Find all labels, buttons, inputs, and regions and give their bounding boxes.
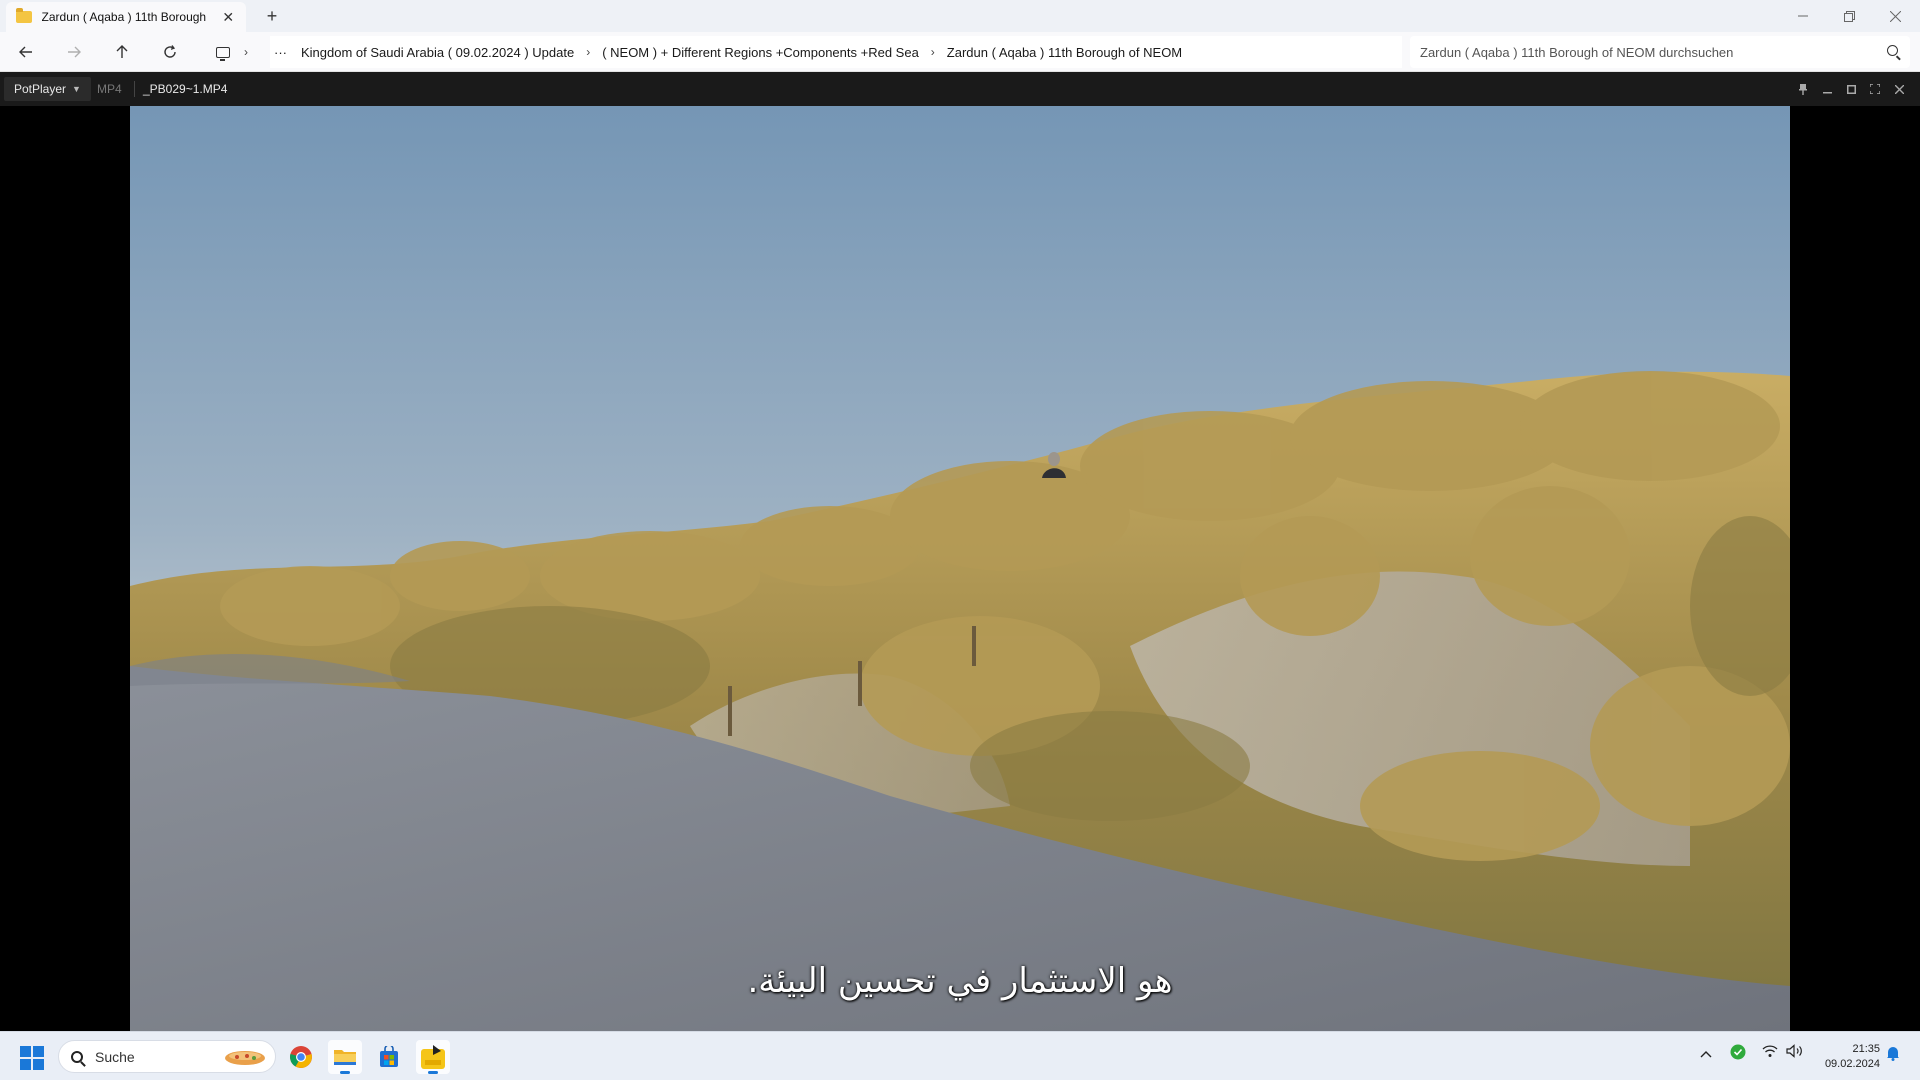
potplayer-titlebar: PotPlayer ▼ MP4 _PB029~1.MP4 bbox=[0, 72, 1920, 106]
search-placeholder: Zardun ( Aqaba ) 11th Borough of NEOM du… bbox=[1420, 44, 1734, 60]
video-frame[interactable]: هو الاستثمار في تحسين البيئة. bbox=[130, 106, 1790, 1031]
active-indicator bbox=[428, 1071, 438, 1074]
close-icon bbox=[1889, 10, 1901, 22]
up-button[interactable] bbox=[110, 40, 134, 64]
search-input[interactable]: Zardun ( Aqaba ) 11th Borough of NEOM du… bbox=[1410, 36, 1910, 68]
wifi-tray-icon[interactable] bbox=[1762, 1044, 1778, 1061]
potplayer-brand: PotPlayer bbox=[14, 82, 67, 96]
minimize-button[interactable] bbox=[1780, 0, 1826, 32]
back-button[interactable] bbox=[14, 40, 38, 64]
chevron-right-icon: › bbox=[586, 45, 591, 59]
clock-time: 21:35 bbox=[1852, 1043, 1880, 1055]
refresh-button[interactable] bbox=[158, 40, 182, 64]
shield-check-icon bbox=[1730, 1044, 1746, 1060]
notification-button[interactable] bbox=[1886, 1045, 1900, 1064]
store-icon bbox=[380, 1046, 398, 1067]
potplayer-icon bbox=[421, 1045, 445, 1069]
bell-icon bbox=[1887, 1047, 1899, 1061]
taskbar-search-label: Suche bbox=[95, 1048, 135, 1065]
close-window-button[interactable] bbox=[1872, 0, 1918, 32]
chevron-up-icon bbox=[1700, 1051, 1712, 1058]
chevron-right-icon: › bbox=[244, 45, 248, 59]
minimize-icon bbox=[1798, 15, 1808, 17]
refresh-icon bbox=[164, 45, 176, 58]
taskbar-clock[interactable]: 21:35 09.02.2024 bbox=[1808, 1042, 1880, 1072]
tab-title: Zardun ( Aqaba ) 11th Borough of NEOM bbox=[41, 10, 209, 24]
divider bbox=[134, 81, 135, 97]
subtitle-text: هو الاستثمار في تحسين البيئة. bbox=[747, 961, 1173, 1001]
windows-start-icon[interactable] bbox=[20, 1046, 44, 1070]
arrow-up-icon bbox=[116, 45, 128, 58]
breadcrumb-item-kingdom[interactable]: Kingdom of Saudi Arabia ( 09.02.2024 ) U… bbox=[301, 45, 574, 60]
player-fullscreen-button[interactable] bbox=[1865, 80, 1885, 98]
maximize-icon bbox=[1846, 84, 1856, 94]
windows-taskbar: Suche 21:35 09.02.2024 bbox=[0, 1031, 1920, 1080]
breadcrumb[interactable]: ··· Kingdom of Saudi Arabia ( 09.02.2024… bbox=[270, 36, 1402, 68]
folder-icon bbox=[16, 8, 32, 23]
restore-button[interactable] bbox=[1826, 0, 1872, 32]
chevron-down-icon: ▼ bbox=[72, 84, 81, 94]
explorer-address-row: › ··· Kingdom of Saudi Arabia ( 09.02.20… bbox=[0, 32, 1920, 72]
dune-scene-image bbox=[130, 106, 1790, 1031]
breadcrumb-item-zardun[interactable]: Zardun ( Aqaba ) 11th Borough of NEOM bbox=[947, 45, 1182, 60]
player-maximize-button[interactable] bbox=[1841, 80, 1861, 98]
video-area[interactable]: هو الاستثمار في تحسين البيئة. bbox=[0, 106, 1920, 1031]
chevron-right-icon: › bbox=[930, 45, 935, 59]
new-tab-button[interactable]: + bbox=[262, 6, 282, 27]
file-name: _PB029~1.MP4 bbox=[143, 82, 228, 96]
player-close-button[interactable] bbox=[1889, 80, 1909, 98]
folder-icon bbox=[334, 1050, 356, 1065]
player-minimize-button[interactable] bbox=[1817, 80, 1837, 98]
monitor-icon bbox=[216, 46, 230, 61]
forward-button[interactable] bbox=[62, 40, 86, 64]
explorer-tabbar: Zardun ( Aqaba ) 11th Borough of NEOM ✕ … bbox=[0, 0, 1920, 32]
speaker-icon bbox=[1786, 1044, 1802, 1058]
location-root[interactable]: › bbox=[206, 40, 248, 64]
close-tab-icon[interactable]: ✕ bbox=[220, 9, 236, 26]
security-tray-icon[interactable] bbox=[1730, 1044, 1746, 1063]
chrome-icon bbox=[290, 1046, 312, 1068]
active-indicator bbox=[340, 1071, 350, 1074]
file-format-label: MP4 bbox=[97, 82, 122, 96]
volume-tray-icon[interactable] bbox=[1786, 1044, 1804, 1061]
tab-zardun[interactable]: Zardun ( Aqaba ) 11th Borough of NEOM ✕ bbox=[6, 2, 246, 32]
pin-icon bbox=[1799, 83, 1807, 95]
breadcrumb-item-neom[interactable]: ( NEOM ) + Different Regions +Components… bbox=[602, 45, 919, 60]
wifi-icon bbox=[1762, 1045, 1778, 1057]
arrow-right-icon bbox=[68, 46, 81, 58]
clock-date: 09.02.2024 bbox=[1824, 1058, 1880, 1070]
arrow-left-icon bbox=[19, 46, 32, 58]
search-highlight-icon bbox=[225, 1051, 265, 1065]
search-icon[interactable] bbox=[1887, 45, 1898, 56]
breadcrumb-overflow[interactable]: ··· bbox=[274, 45, 287, 60]
taskbar-search[interactable]: Suche bbox=[58, 1040, 276, 1073]
taskbar-chrome[interactable] bbox=[284, 1040, 318, 1074]
taskbar-potplayer[interactable] bbox=[416, 1040, 450, 1074]
potplayer-menu-button[interactable]: PotPlayer ▼ bbox=[4, 77, 91, 101]
restore-icon bbox=[1843, 10, 1855, 22]
search-icon bbox=[71, 1051, 83, 1063]
close-icon bbox=[1894, 84, 1904, 94]
minimize-icon bbox=[1822, 91, 1832, 93]
pin-button[interactable] bbox=[1793, 80, 1813, 98]
taskbar-store[interactable] bbox=[372, 1040, 406, 1074]
taskbar-file-explorer[interactable] bbox=[328, 1040, 362, 1074]
tray-overflow-button[interactable] bbox=[1700, 1046, 1712, 1061]
fullscreen-icon bbox=[1870, 84, 1880, 94]
